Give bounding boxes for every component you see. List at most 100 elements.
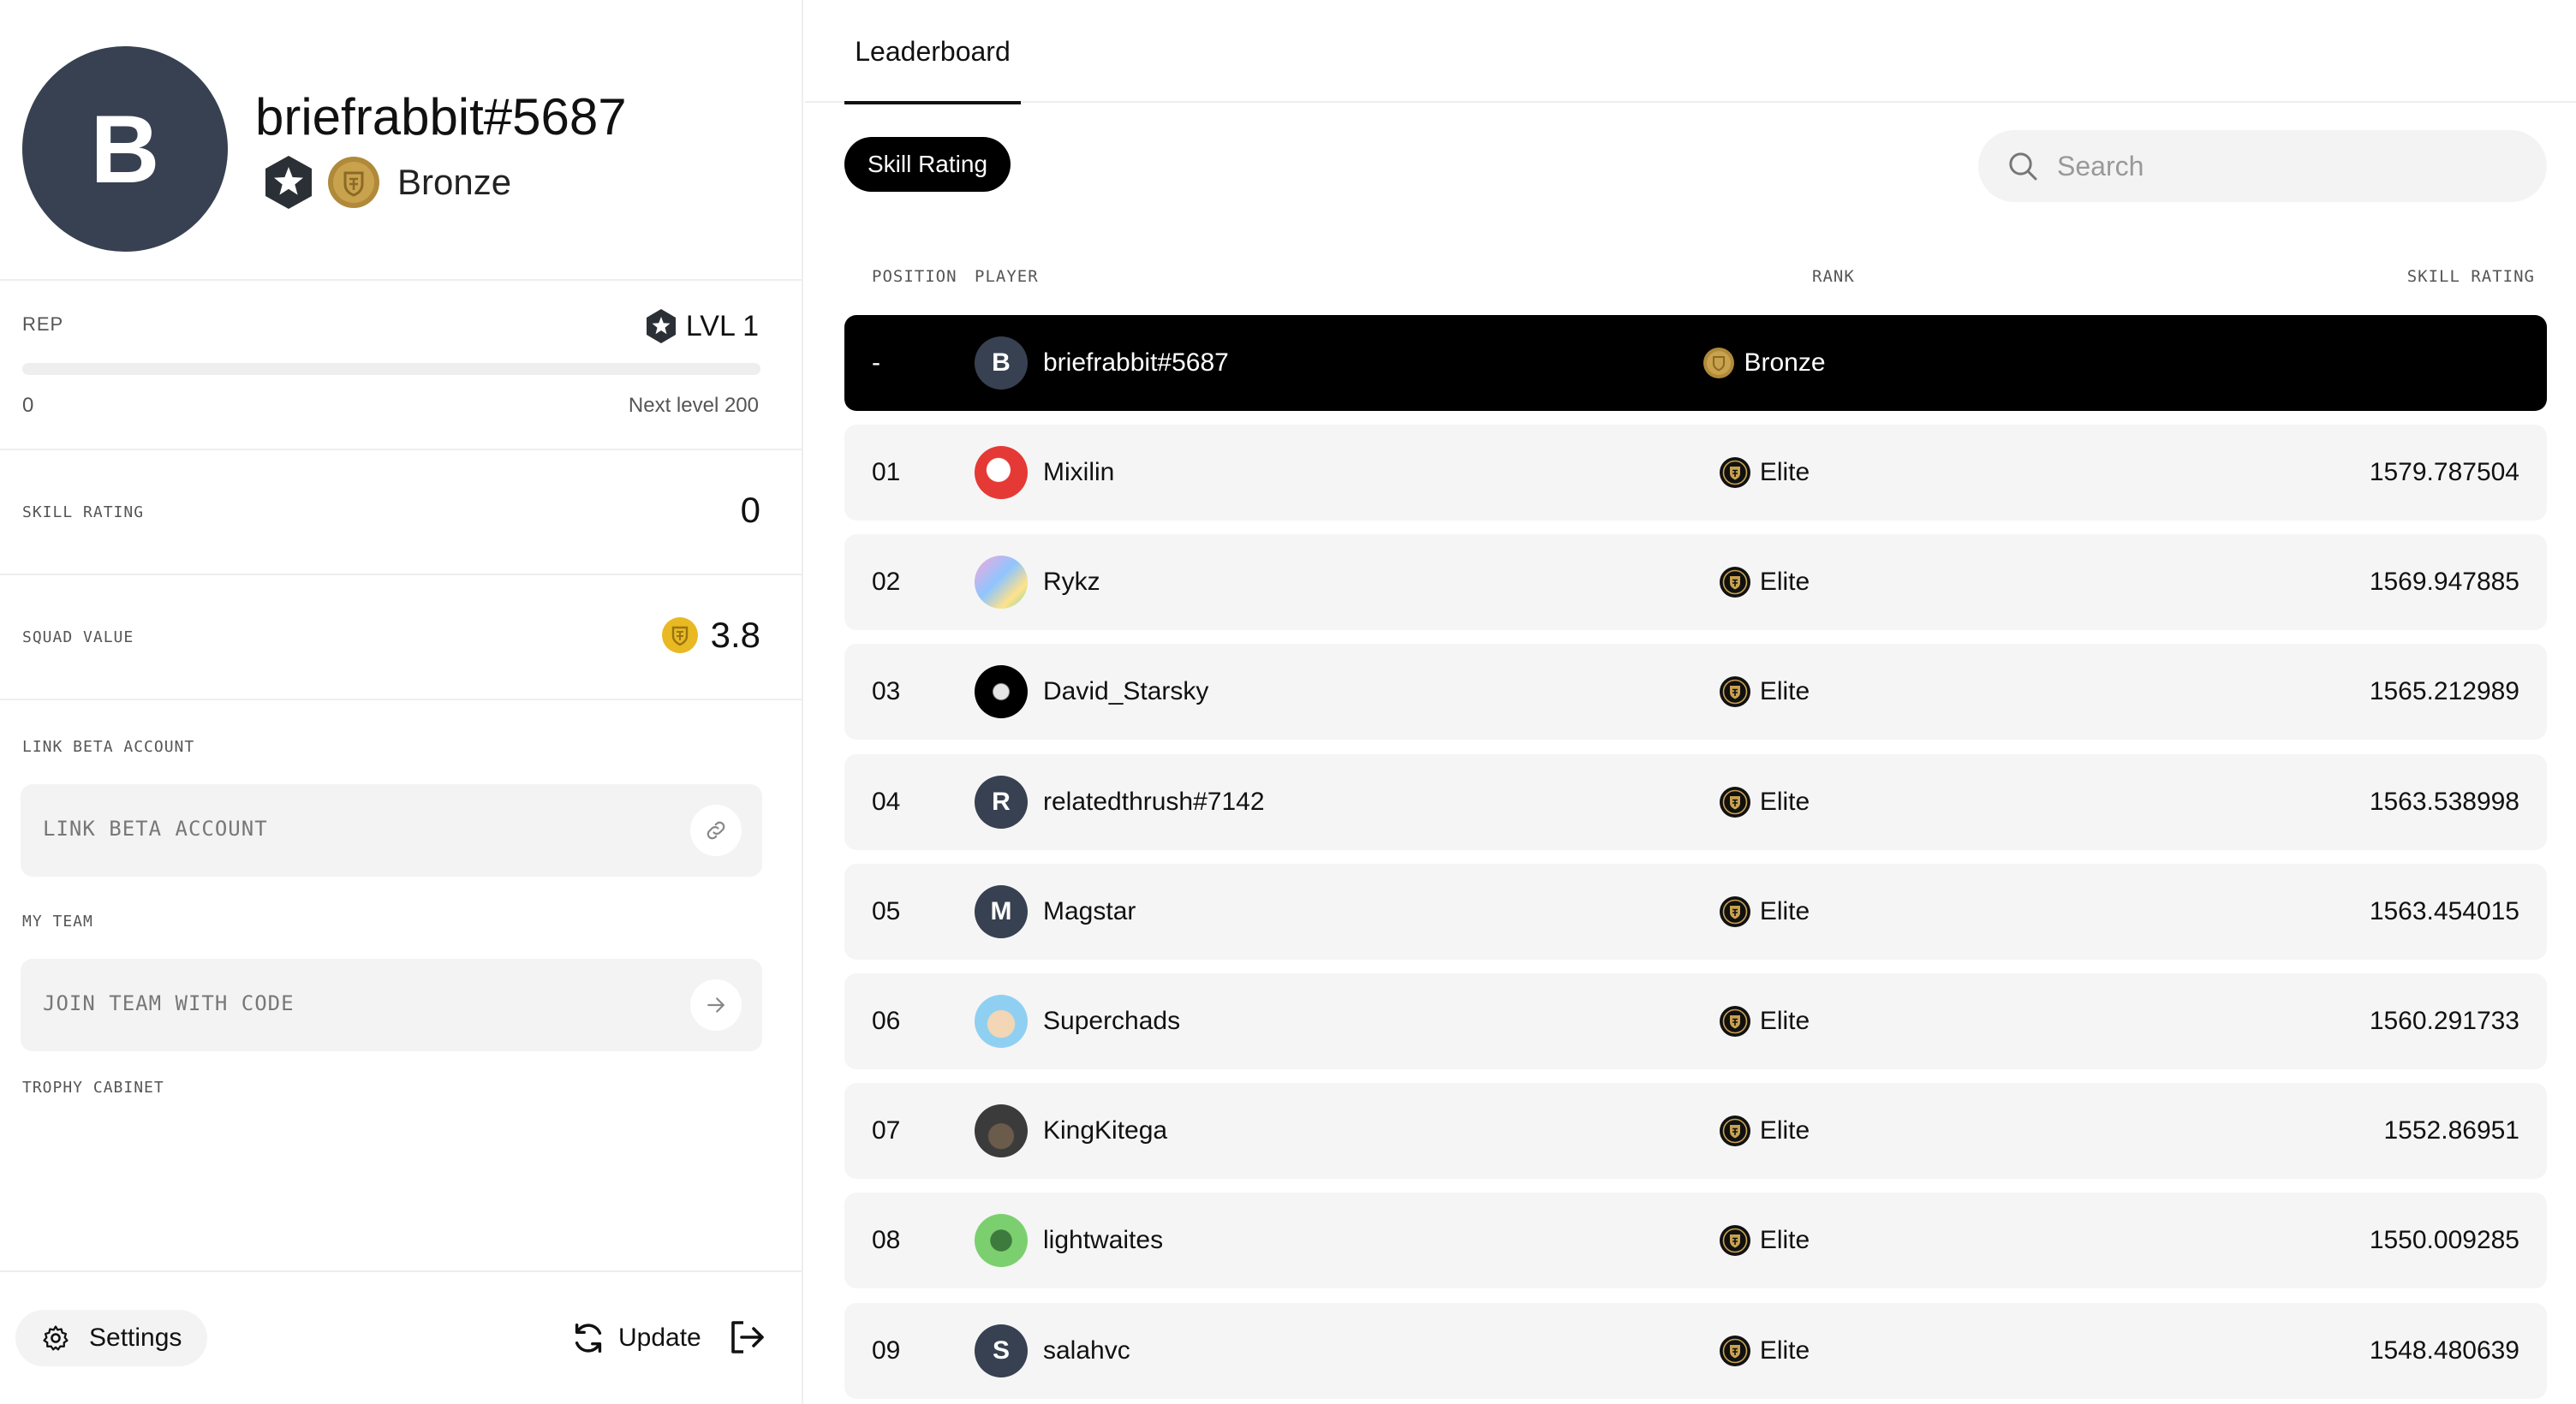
row-position: 08 (872, 1226, 901, 1255)
row-player-name: salahvc (1043, 1336, 1130, 1365)
rep-progress-bar (22, 363, 760, 375)
profile-panel: B briefrabbit#5687 Bronze REP LVL 1 0 Ne… (0, 0, 803, 1404)
avatar: R (975, 775, 1028, 829)
row-skill-rating: 1563.454015 (2369, 896, 2519, 925)
row-rank-label: Elite (1759, 1336, 1810, 1365)
row-skill-rating: 1569.947885 (2369, 568, 2519, 597)
logout-button[interactable] (724, 1315, 769, 1359)
gold-coin-icon (661, 617, 698, 653)
profile-rank: Bronze (262, 152, 511, 212)
leaderboard-row[interactable]: 09 Ssalahvc Elite 1548.480639 (844, 1302, 2547, 1399)
elite-badge-icon (1719, 676, 1750, 708)
footer: Settings Update (0, 1270, 803, 1404)
avatar: B (975, 336, 1028, 390)
row-player-name: David_Starsky (1043, 677, 1209, 706)
leaderboard-row[interactable]: 07 KingKitega Elite 1552.86951 (844, 1083, 2547, 1180)
active-tab-indicator (844, 101, 1021, 104)
row-rank: Elite (1610, 1193, 1918, 1288)
row-rank-label: Elite (1759, 458, 1810, 486)
squad-value-section: SQUAD VALUE 3.8 (0, 577, 803, 700)
row-position: 05 (872, 896, 901, 925)
trophy-cabinet-label: TROPHY CABINET (22, 1079, 164, 1097)
tab-label: Leaderboard (855, 35, 1011, 67)
leaderboard-row[interactable]: 01 Mixilin Elite 1579.787504 (844, 425, 2547, 521)
avatar: S (975, 1324, 1028, 1377)
row-player-name: lightwaites (1043, 1226, 1164, 1255)
profile-username: briefrabbit#5687 (255, 88, 627, 146)
row-rank: Elite (1610, 534, 1918, 630)
join-team-placeholder: JOIN TEAM WITH CODE (43, 991, 295, 1015)
avatar (975, 1214, 1028, 1268)
leaderboard-row[interactable]: 05 M Magstar Elite 1563.454015 (844, 863, 2547, 960)
elite-badge-icon (1719, 457, 1750, 488)
row-player-name: briefrabbit#5687 (1043, 348, 1229, 377)
elite-badge-icon (1719, 1225, 1750, 1257)
squad-value-number: 3.8 (710, 615, 760, 655)
bronze-coin-icon (1703, 348, 1735, 378)
row-position: 01 (872, 458, 901, 486)
join-team-field[interactable]: JOIN TEAM WITH CODE (21, 959, 762, 1051)
row-rank-label: Elite (1759, 896, 1810, 925)
leaderboard-row[interactable]: 06 Superchads Elite 1560.291733 (844, 973, 2547, 1069)
squad-value: 3.8 (661, 615, 760, 656)
row-skill-rating: 1548.480639 (2369, 1336, 2519, 1365)
link-button[interactable] (690, 805, 742, 856)
link-beta-field[interactable]: LINK BETA ACCOUNT (21, 784, 762, 877)
row-rank: Elite (1610, 864, 1918, 960)
row-skill-rating: 1579.787504 (2369, 458, 2519, 486)
elite-badge-icon (1719, 1006, 1750, 1037)
row-rank: Elite (1610, 1303, 1918, 1399)
search-icon (2009, 152, 2037, 181)
leaderboard-row[interactable]: 04 Rrelatedthrush#7142 Elite 1563.538998 (844, 753, 2547, 850)
arrow-right-icon (707, 997, 724, 1013)
row-rank: Elite (1610, 644, 1918, 740)
update-label: Update (618, 1324, 701, 1352)
tab-leaderboard[interactable]: Leaderboard (844, 0, 1021, 104)
row-position: 09 (872, 1336, 901, 1365)
avatar: M (975, 884, 1028, 938)
elite-badge-icon (1719, 786, 1750, 818)
avatar (975, 446, 1028, 499)
level-text: LVL 1 (685, 309, 759, 342)
skill-rating-filter-chip[interactable]: Skill Rating (844, 137, 1011, 192)
refresh-icon (575, 1323, 602, 1353)
row-position: 06 (872, 1007, 901, 1035)
hexagon-star-icon (265, 156, 312, 209)
row-position: 02 (872, 568, 901, 597)
update-button[interactable]: Update (569, 1310, 701, 1366)
hexagon-star-icon (646, 309, 676, 343)
row-player-name: Rykz (1043, 568, 1100, 597)
my-team-label: MY TEAM (22, 913, 93, 931)
row-rank-label: Elite (1759, 1116, 1810, 1145)
elite-badge-icon (1719, 895, 1750, 927)
level-indicator: LVL 1 (645, 308, 759, 344)
link-beta-placeholder: LINK BETA ACCOUNT (43, 817, 268, 841)
avatar: B (22, 46, 228, 252)
profile-header: B briefrabbit#5687 Bronze (0, 0, 803, 281)
settings-label: Settings (89, 1324, 182, 1352)
row-rank-label: Elite (1759, 1226, 1810, 1255)
search-input[interactable] (2057, 150, 2502, 182)
rep-current-value: 0 (22, 394, 34, 417)
column-player: PLAYER (975, 267, 1039, 286)
row-rank-label: Elite (1759, 568, 1810, 597)
logout-icon (731, 1321, 764, 1353)
rank-label: Bronze (397, 162, 512, 202)
row-position: 04 (872, 787, 901, 816)
settings-button[interactable]: Settings (15, 1310, 207, 1366)
row-player-name: Mixilin (1043, 458, 1115, 486)
leaderboard-row[interactable]: 03 David_Starsky Elite 1565.212989 (844, 644, 2547, 741)
row-skill-rating: 1563.538998 (2369, 787, 2519, 816)
join-team-button[interactable] (690, 979, 742, 1031)
row-player-name: Magstar (1043, 896, 1136, 925)
leaderboard-row[interactable]: 08 lightwaites Elite 1550.009285 (844, 1193, 2547, 1289)
row-rank-label: Elite (1759, 1007, 1810, 1035)
row-player-name: KingKitega (1043, 1116, 1168, 1145)
rep-label: REP (22, 313, 64, 335)
search-box[interactable] (1978, 130, 2547, 202)
row-position: 07 (872, 1116, 901, 1145)
squad-value-label: SQUAD VALUE (22, 628, 134, 646)
tabs-bar: Leaderboard (805, 0, 2576, 104)
leaderboard-row[interactable]: 02 Rykz Elite 1569.947885 (844, 534, 2547, 631)
current-user-row[interactable]: - B briefrabbit#5687 Bronze (844, 315, 2547, 411)
